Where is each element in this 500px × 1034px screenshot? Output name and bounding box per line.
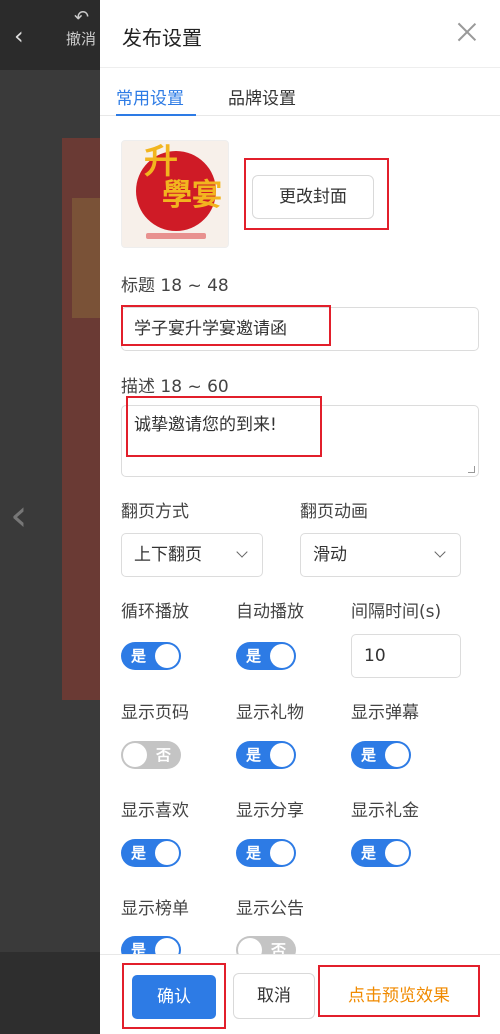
switch-knob bbox=[155, 841, 179, 865]
active-tab-indicator bbox=[116, 114, 196, 116]
switch-knob bbox=[270, 841, 294, 865]
cover-thumbnail[interactable]: 升 學宴 bbox=[121, 140, 229, 248]
panel-footer: 确认 取消 点击预览效果 bbox=[100, 954, 500, 1034]
interval-label: 间隔时间(s) bbox=[351, 602, 442, 622]
page-turn-label: 翻页方式 bbox=[121, 502, 189, 522]
cover-strip bbox=[146, 233, 206, 239]
switch-knob bbox=[385, 841, 409, 865]
page-anim-select[interactable]: 滑动 bbox=[300, 533, 461, 577]
loop-switch-text: 是 bbox=[131, 647, 147, 665]
change-cover-button[interactable]: 更改封面 bbox=[252, 175, 374, 219]
autoplay-switch[interactable]: 是 bbox=[236, 642, 296, 670]
show-barrage-label: 显示弹幕 bbox=[351, 703, 419, 723]
settings-tabs: 常用设置 品牌设置 bbox=[100, 68, 500, 116]
cover-text-top: 升 bbox=[144, 142, 178, 182]
show-share-label: 显示分享 bbox=[236, 801, 304, 821]
show-money-switch-text: 是 bbox=[361, 844, 377, 862]
switch-knob bbox=[270, 743, 294, 767]
desc-field-label: 描述 18 ~ 60 bbox=[121, 377, 229, 397]
chevron-down-icon bbox=[434, 546, 446, 558]
show-gift-switch[interactable]: 是 bbox=[236, 741, 296, 769]
show-gift-label: 显示礼物 bbox=[236, 703, 304, 723]
show-page-num-switch[interactable]: 否 bbox=[121, 741, 181, 769]
show-money-label: 显示礼金 bbox=[351, 801, 419, 821]
show-barrage-switch[interactable]: 是 bbox=[351, 741, 411, 769]
back-chevron-icon[interactable]: ‹ bbox=[14, 22, 42, 50]
tab-common-settings[interactable]: 常用设置 bbox=[116, 84, 184, 109]
editor-canvas-preview bbox=[62, 138, 102, 700]
title-field-label: 标题 18 ~ 48 bbox=[121, 276, 229, 296]
show-barrage-switch-text: 是 bbox=[361, 746, 377, 764]
show-share-switch[interactable]: 是 bbox=[236, 839, 296, 867]
page-anim-value: 滑动 bbox=[313, 545, 347, 565]
desc-textarea[interactable]: 诚挚邀请您的到来! bbox=[121, 405, 479, 477]
switch-knob bbox=[155, 644, 179, 668]
undo-label: 撤消 bbox=[66, 30, 97, 48]
show-gift-switch-text: 是 bbox=[246, 746, 262, 764]
loop-label: 循环播放 bbox=[121, 602, 189, 622]
page-turn-value: 上下翻页 bbox=[134, 545, 202, 565]
autoplay-switch-text: 是 bbox=[246, 647, 262, 665]
show-like-switch[interactable]: 是 bbox=[121, 839, 181, 867]
panel-title: 发布设置 bbox=[122, 26, 202, 50]
switch-knob bbox=[385, 743, 409, 767]
prev-page-chevron-icon[interactable]: ‹ bbox=[10, 490, 28, 541]
cover-text-mid: 學宴 bbox=[162, 178, 222, 213]
show-like-label: 显示喜欢 bbox=[121, 801, 189, 821]
interval-input[interactable]: 10 bbox=[351, 634, 461, 678]
tab-brand-settings[interactable]: 品牌设置 bbox=[228, 84, 296, 109]
show-page-num-label: 显示页码 bbox=[121, 703, 189, 723]
chevron-down-icon bbox=[236, 546, 248, 558]
preview-link[interactable]: 点击预览效果 bbox=[318, 981, 480, 1006]
confirm-button[interactable]: 确认 bbox=[132, 975, 216, 1019]
show-notice-label: 显示公告 bbox=[236, 899, 304, 919]
page-turn-select[interactable]: 上下翻页 bbox=[121, 533, 263, 577]
publish-settings-panel: 发布设置 常用设置 品牌设置 升 學宴 更改封面 标题 18 ~ 48 学子宴升… bbox=[100, 0, 500, 1034]
page-anim-label: 翻页动画 bbox=[300, 502, 368, 522]
autoplay-label: 自动播放 bbox=[236, 602, 304, 622]
desc-text: 诚挚邀请您的到来! bbox=[134, 415, 277, 435]
show-money-switch[interactable]: 是 bbox=[351, 839, 411, 867]
panel-header: 发布设置 bbox=[100, 0, 500, 68]
resize-grip-icon[interactable] bbox=[468, 466, 475, 473]
show-share-switch-text: 是 bbox=[246, 844, 262, 862]
show-rank-label: 显示榜单 bbox=[121, 899, 189, 919]
show-like-switch-text: 是 bbox=[131, 844, 147, 862]
switch-knob bbox=[270, 644, 294, 668]
show-page-num-switch-text: 否 bbox=[155, 746, 171, 764]
loop-switch[interactable]: 是 bbox=[121, 642, 181, 670]
cancel-button[interactable]: 取消 bbox=[233, 973, 315, 1019]
close-icon[interactable] bbox=[456, 20, 478, 42]
switch-knob bbox=[123, 743, 147, 767]
title-input[interactable]: 学子宴升学宴邀请函 bbox=[121, 307, 479, 351]
